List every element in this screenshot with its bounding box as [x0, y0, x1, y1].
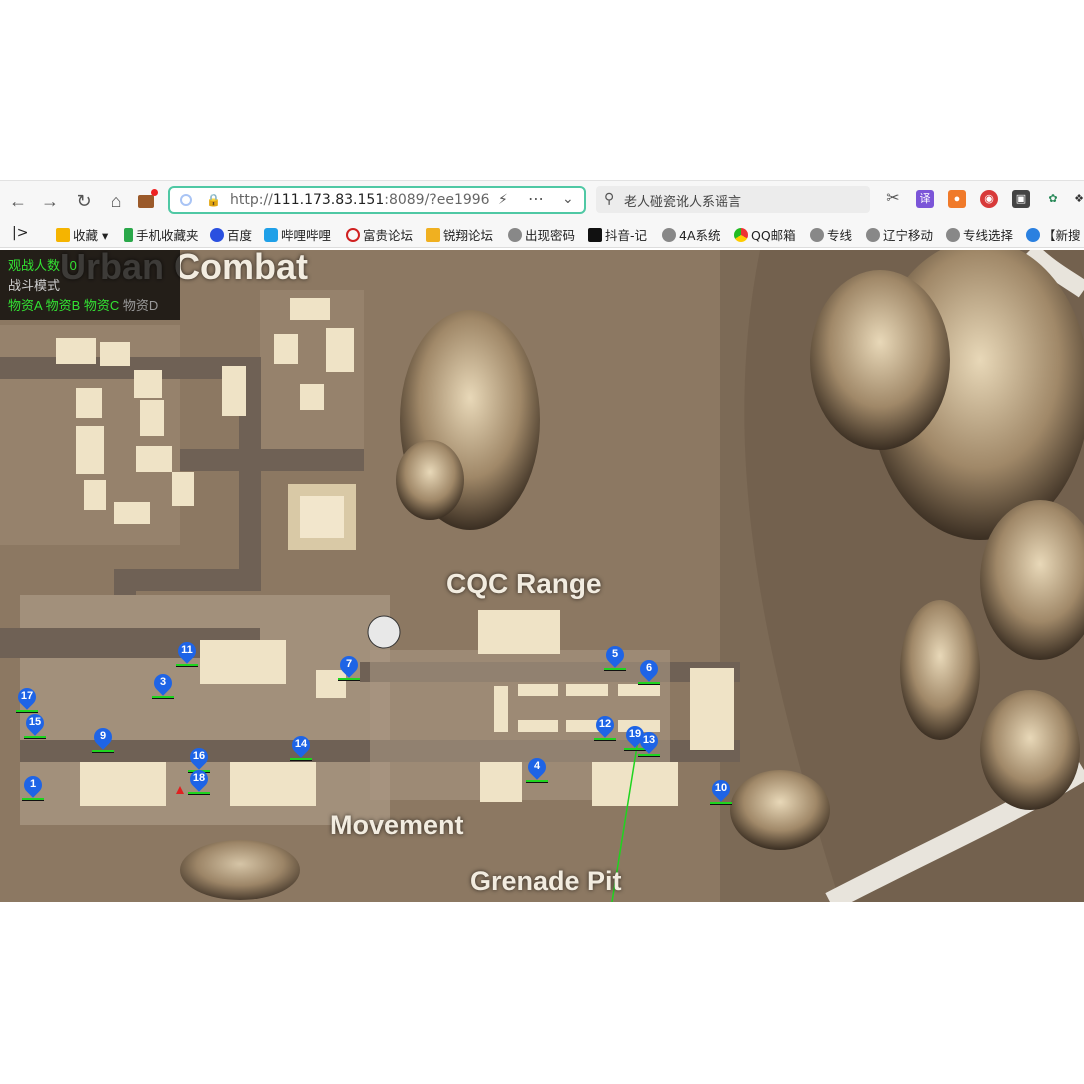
player-marker[interactable]: 15: [22, 710, 48, 744]
page-icon: [180, 194, 192, 206]
player-marker[interactable]: 4: [524, 754, 550, 788]
puzzle-icon[interactable]: ❖: [1070, 190, 1084, 208]
map-label-cqc: CQC Range: [446, 568, 602, 599]
supply-b[interactable]: 物资B: [46, 298, 81, 313]
forward-icon[interactable]: →: [38, 189, 62, 213]
bookmark-item[interactable]: 百度: [210, 225, 252, 244]
player-marker[interactable]: 11: [174, 638, 200, 672]
player-marker[interactable]: 13: [636, 728, 662, 762]
supply-d[interactable]: 物资D: [123, 298, 158, 313]
search-bar[interactable]: ⚲ 老人碰瓷讹人系谣言: [596, 186, 870, 213]
star-icon: [56, 228, 70, 242]
globe-icon: [810, 228, 824, 242]
spectators-count: 0: [69, 258, 77, 273]
globe-icon: [508, 228, 522, 242]
scissors-icon[interactable]: ✂: [884, 190, 902, 208]
player-marker[interactable]: 9: [90, 724, 116, 758]
player-marker[interactable]: 10: [708, 776, 734, 810]
player-marker[interactable]: 5: [602, 642, 628, 676]
bookmarks-bar: |> 收藏 ▾ 手机收藏夹 百度 哔哩哔哩 富贵论坛 锐翔论坛 出现密码 抖音-…: [0, 220, 1084, 248]
insecure-icon[interactable]: 🔒: [206, 193, 221, 207]
home-icon[interactable]: ⌂: [104, 189, 128, 213]
info-panel: 观战人数 0 战斗模式 物资A 物资B 物资C 物资D: [0, 250, 180, 320]
game-map[interactable]: Urban Combat CQC Range Movement Grenade …: [0, 250, 1084, 902]
supply-a[interactable]: 物资A: [8, 298, 42, 313]
trophy-icon: [426, 228, 440, 242]
bookmark-item[interactable]: 出现密码: [508, 225, 575, 244]
bookmark-item[interactable]: 4A系统: [662, 225, 721, 244]
mode-label: 战斗模式: [8, 278, 61, 293]
player-marker[interactable]: 18: [186, 766, 212, 800]
baidu-icon: [210, 228, 224, 242]
bookmark-item[interactable]: QQ邮箱: [734, 225, 796, 244]
bookmark-item[interactable]: 【新搜: [1026, 225, 1081, 244]
player-marker[interactable]: 6: [636, 656, 662, 690]
player-marker[interactable]: 1: [20, 772, 46, 806]
tiktok-icon: [588, 228, 602, 242]
lightning-icon[interactable]: ⚡: [498, 191, 508, 208]
sidebar-toggle-icon[interactable]: |>: [12, 225, 28, 241]
search-icon: ⚲: [604, 190, 615, 206]
spectators-label: 观战人数: [8, 258, 61, 273]
chevron-down-icon[interactable]: ⌄: [562, 190, 574, 207]
eye-icon: [1026, 228, 1040, 242]
bilibili-icon: [264, 228, 278, 242]
phone-icon: [124, 228, 133, 242]
more-icon[interactable]: ⋯: [528, 189, 544, 209]
bookmark-item[interactable]: 专线: [810, 225, 852, 244]
reload-icon[interactable]: ↻: [72, 189, 96, 213]
player-marker[interactable]: 3: [150, 670, 176, 704]
bookmark-item[interactable]: 哔哩哔哩: [264, 225, 331, 244]
briefcase-icon[interactable]: [134, 189, 158, 213]
bookmark-item[interactable]: 抖音-记: [588, 225, 647, 244]
globe-icon: [662, 228, 676, 242]
map-label-movement: Movement: [330, 810, 464, 840]
record-icon[interactable]: ◉: [980, 190, 998, 208]
bookmark-item[interactable]: 富贵论坛: [346, 225, 413, 244]
bookmark-item[interactable]: 手机收藏夹: [124, 225, 199, 244]
bookmark-item[interactable]: 辽宁移动: [866, 225, 933, 244]
bookmark-item[interactable]: 专线选择: [946, 225, 1013, 244]
address-bar[interactable]: 🔒 http://111.173.83.151:8089/?ee199613( …: [168, 186, 586, 214]
search-input[interactable]: 老人碰瓷讹人系谣言: [624, 191, 741, 210]
url-text[interactable]: http://111.173.83.151:8089/?ee199613(: [230, 192, 490, 208]
player-marker[interactable]: 12: [592, 712, 618, 746]
player-marker[interactable]: 14: [288, 732, 314, 766]
bookmark-item[interactable]: 锐翔论坛: [426, 225, 493, 244]
chrome-icon: [734, 228, 748, 242]
game-icon[interactable]: ●: [948, 190, 966, 208]
back-icon[interactable]: ←: [6, 189, 30, 213]
leaf-icon[interactable]: ✿: [1044, 190, 1062, 208]
circle-icon: [346, 228, 360, 242]
bookmark-item[interactable]: 收藏 ▾: [56, 225, 108, 244]
translate-icon[interactable]: 译: [916, 190, 934, 208]
book-icon[interactable]: ▣: [1012, 190, 1030, 208]
supply-c[interactable]: 物资C: [84, 298, 119, 313]
globe-icon: [946, 228, 960, 242]
globe-icon: [866, 228, 880, 242]
map-label-grenade: Grenade Pit: [470, 866, 622, 896]
player-marker[interactable]: 7: [336, 652, 362, 686]
